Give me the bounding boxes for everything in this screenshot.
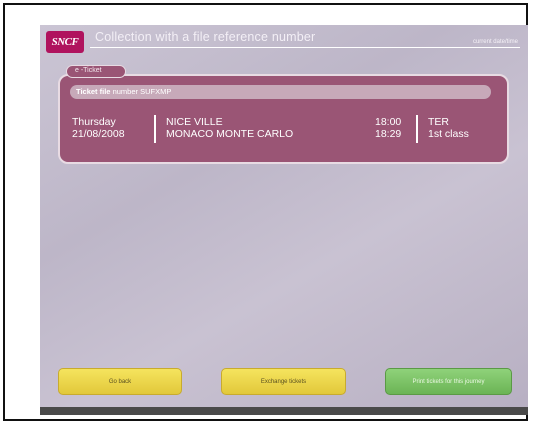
exchange-tickets-button[interactable]: Exchange tickets: [221, 368, 346, 395]
travel-date-block: Thursday 21/08/2008: [72, 116, 125, 140]
arrival-time: 18:29: [375, 128, 402, 140]
departure-station: NICE VILLE: [166, 116, 223, 128]
departure-time: 18:00: [375, 116, 402, 128]
e-ticket-tag: e -Ticket: [66, 65, 126, 78]
separator-date: [154, 115, 156, 143]
ticket-file-number: number SUFXMP: [112, 87, 172, 96]
train-info-block: TER 1st class: [428, 116, 469, 140]
route-block: NICE VILLE MONACO MONTE CARLO: [166, 116, 293, 140]
arrival-station: MONACO MONTE CARLO: [166, 128, 294, 140]
print-tickets-button[interactable]: Print tickets for this journey: [385, 368, 512, 395]
sncf-logo: SNCF: [46, 31, 84, 53]
page-title: Collection with a file reference number: [95, 30, 316, 44]
separator-time: [416, 115, 418, 143]
header: SNCF Collection with a file reference nu…: [40, 25, 528, 53]
kiosk-screen: SNCF Collection with a file reference nu…: [40, 25, 528, 415]
ticket-file-number-bar: Ticket file number SUFXMP: [70, 85, 491, 99]
header-divider: [90, 47, 520, 48]
go-back-button[interactable]: Go back: [58, 368, 182, 395]
screen-bottom-bar: [40, 407, 528, 415]
current-datetime: current date/time: [472, 39, 518, 45]
train-type: TER: [428, 116, 449, 128]
times-block: 18:00 18:29: [375, 116, 401, 140]
kiosk-frame: SNCF Collection with a file reference nu…: [3, 3, 528, 421]
travel-day: Thursday: [72, 116, 116, 128]
travel-class: 1st class: [428, 128, 469, 140]
travel-date: 21/08/2008: [72, 128, 125, 140]
ticket-file-label: Ticket file: [76, 87, 111, 96]
